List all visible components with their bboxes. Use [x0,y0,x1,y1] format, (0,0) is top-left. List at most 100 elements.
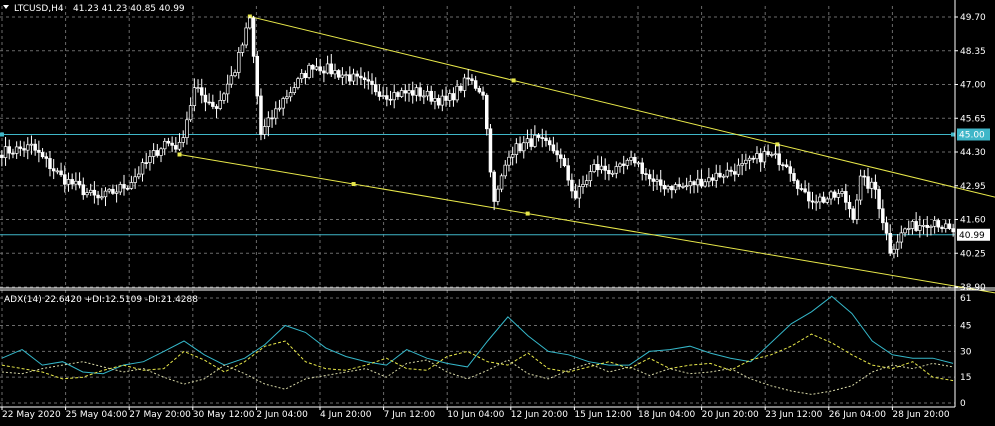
candle-body [240,44,245,53]
candle-body [473,80,478,89]
candle-body [455,85,459,101]
candle-body [440,95,445,106]
y-tick-label: 42.95 [960,182,986,192]
candle-body [274,108,278,119]
candle-body [577,186,582,199]
candle-body [229,75,234,85]
candle-body [858,175,863,201]
candle-body [629,156,633,161]
candle-body [799,188,804,190]
line-handle[interactable] [0,132,4,137]
candle-body [877,189,881,210]
candle-body [55,170,60,173]
candle-body [477,88,482,93]
candle-body [721,175,726,178]
candle-body [466,77,470,80]
candle-body [66,179,71,185]
candle-body [277,107,282,110]
candle-body [233,72,237,77]
candle-body [177,142,182,150]
x-tick-label: 28 Jun 20:00 [892,410,949,420]
candle-body [181,137,185,143]
candle-body [37,149,41,153]
y-tick-label: 48.35 [960,47,986,57]
candle-body [14,146,19,154]
trendline-handle[interactable] [351,182,356,187]
candle-body [429,90,433,102]
candle-body [818,196,822,203]
candle-body [270,117,274,120]
candle-body [166,140,171,144]
candle-body [185,119,189,138]
dropdown-arrow-icon[interactable] [3,5,9,9]
candle-body [729,169,733,172]
candle-body [33,143,37,151]
candle-body [888,232,892,254]
candle-body [666,185,670,190]
candle-body [884,222,889,234]
candle-body [670,185,674,191]
candle-body [551,144,556,152]
x-tick-label: 10 Jun 04:00 [447,410,504,420]
x-tick-label: 7 Jun 12:00 [384,410,436,420]
x-tick-label: 18 Jun 04:00 [638,410,695,420]
candle-body [647,174,652,180]
candle-body [85,192,89,196]
candle-body [451,93,456,101]
candle-body [392,92,396,101]
candle-body [114,191,119,194]
candle-body [174,145,178,150]
candle-body [559,154,563,159]
candle-body [414,87,419,96]
lower-trendline[interactable] [179,154,995,294]
candle-body [947,223,952,229]
candle-body [918,225,922,231]
candle-body [444,95,448,101]
candle-body [26,144,30,151]
candlesticks [0,15,955,259]
candle-body [203,94,208,103]
chart-root: 49.70 48.35 47.00 45.65 44.30 42.95 41.60 40.25… [0,0,995,420]
candle-body [492,171,496,202]
candle-body [540,137,545,139]
candle-body [111,188,115,194]
trendline-handle[interactable] [511,78,516,83]
candle-body [603,165,607,171]
candle-body [388,98,393,101]
candle-body [547,140,552,146]
candle-body [869,181,874,189]
candle-body [188,105,193,121]
candle-body [803,188,807,193]
candle-body [503,164,508,177]
trendline-handle[interactable] [177,152,182,157]
upper-trendline[interactable] [249,16,995,198]
candle-body [844,191,848,203]
candle-body [929,225,933,228]
candle-body [29,143,34,146]
candle-body [222,93,226,101]
candle-body [781,164,785,167]
candle-body [303,73,308,78]
candle-body [481,91,485,96]
candle-body [733,171,737,175]
candle-body [914,221,918,231]
candle-body [610,172,615,175]
candle-body [403,90,408,94]
y-tick-label: 45.65 [960,114,986,124]
candle-body [170,142,174,146]
candle-body [725,169,730,177]
candle-body [758,153,763,163]
x-tick-label: 4 Jun 20:00 [320,410,372,420]
candle-body [122,184,126,189]
indicator-y-tick-label: 45 [960,322,971,332]
candle-body [514,143,519,155]
candle-body [366,79,371,82]
trendline-handle[interactable] [525,211,530,216]
candle-body [618,163,622,167]
x-tick-label: 27 May 20:00 [129,410,191,420]
candle-body [259,95,263,135]
candle-body [951,228,955,233]
line-handle[interactable] [951,132,955,137]
candle-body [100,196,104,199]
candle-body [892,248,896,254]
